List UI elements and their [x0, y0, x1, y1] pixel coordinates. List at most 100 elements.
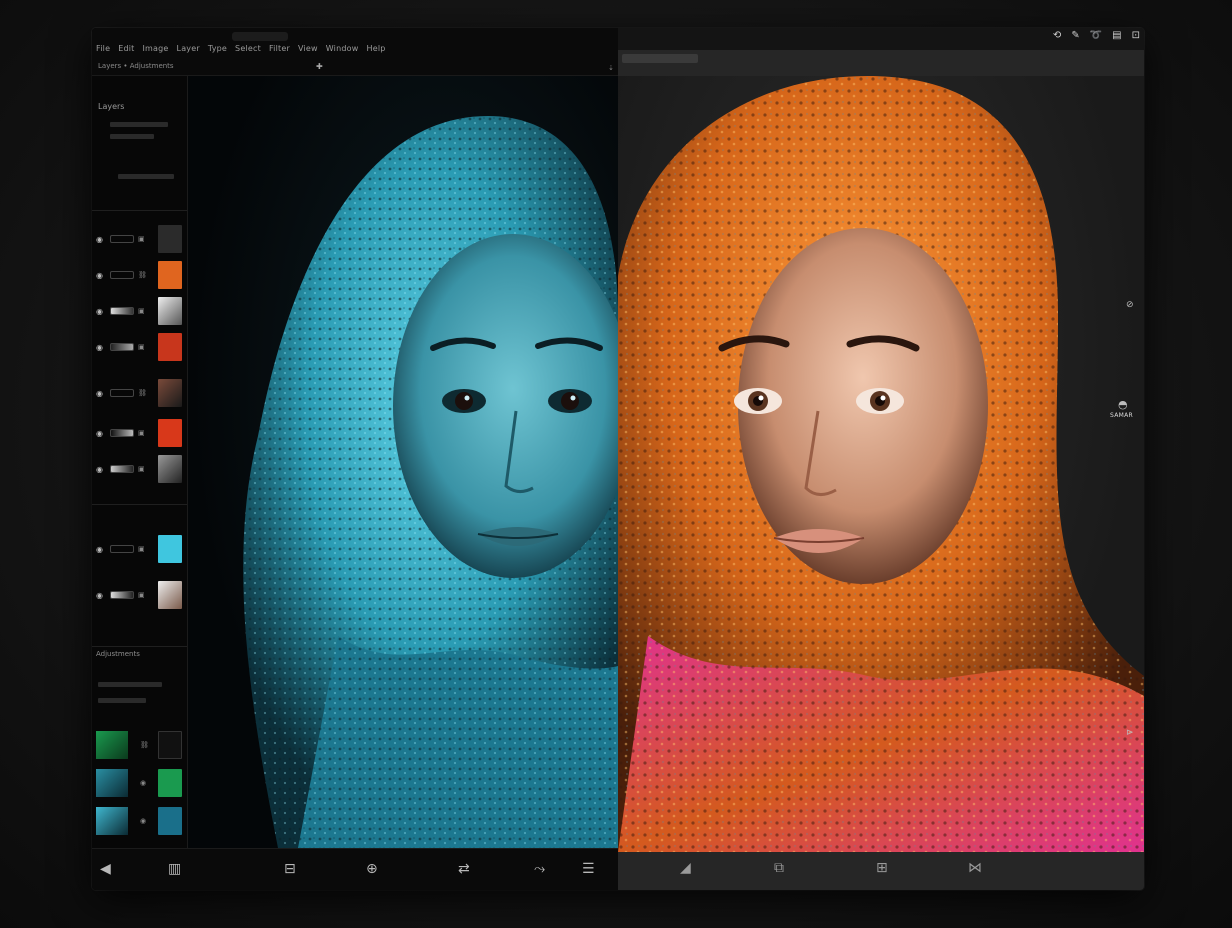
layer-row[interactable]: ◉ ▣	[92, 330, 187, 364]
ruler-icon[interactable]: ◢	[680, 860, 691, 876]
link-icon[interactable]: ⛓	[138, 271, 147, 279]
layers-panel-title: Layers	[98, 102, 125, 111]
layer-thumbnail	[158, 769, 182, 797]
menu-image[interactable]: Image	[142, 44, 168, 53]
lock-icon[interactable]: ▣	[138, 591, 145, 599]
layers-panel: Layers ◉ ▣ ◉ ⛓ ◉ ▣ ◉ ▣ ◉ ⛓ ◉ ▣ ◉ ▣ ◉ ▣ ◉…	[92, 76, 188, 848]
menu-view[interactable]: View	[298, 44, 318, 53]
layer-thumbnail	[158, 261, 182, 289]
grid-icon[interactable]: ▥	[168, 861, 181, 877]
layer-thumbnail	[158, 455, 182, 483]
top-icons: ⟲ ✎ ➰ ▤ ⊡	[1053, 30, 1140, 41]
eye-icon[interactable]: ◉	[96, 271, 106, 280]
menu-layer[interactable]: Layer	[177, 44, 200, 53]
layer-thumbnail	[158, 731, 182, 759]
link-icon[interactable]: ⤳	[534, 861, 545, 877]
compare-icon[interactable]: ⇄	[458, 861, 470, 877]
layer-row[interactable]: ◉ ▣	[92, 452, 187, 486]
plus-icon[interactable]: ✚	[316, 62, 323, 71]
link-icon[interactable]: ⛓	[140, 741, 149, 749]
crop-icon[interactable]: ⧉	[774, 860, 784, 876]
zoom-icon[interactable]: ⊕	[366, 861, 378, 877]
eye-icon[interactable]: ◉	[96, 307, 106, 316]
opacity-field[interactable]	[110, 134, 154, 139]
eye-icon[interactable]: ◉	[96, 343, 106, 352]
layer-row[interactable]: ◉ ▣	[92, 416, 187, 450]
right-pane: ⟲ ✎ ➰ ▤ ⊡ ⊘ ◓ SAMAR ⊳ ◢ ⧉ ⊞ ⋈	[618, 28, 1144, 890]
menu-file[interactable]: File	[96, 44, 110, 53]
layer-row[interactable]: ⛓	[92, 728, 187, 762]
eye-icon[interactable]: ◉	[96, 465, 106, 474]
left-canvas[interactable]	[188, 76, 618, 848]
mask-icon	[110, 545, 134, 553]
layer-row[interactable]: ◉ ▣	[92, 222, 187, 256]
layer-thumbnail	[158, 581, 182, 609]
lock-icon[interactable]: ▣	[138, 545, 145, 553]
back-icon[interactable]: ◀	[100, 861, 111, 877]
eye-icon[interactable]: ◉	[96, 545, 106, 554]
eye-icon[interactable]: ◉	[96, 429, 106, 438]
menu-filter[interactable]: Filter	[269, 44, 290, 53]
panel-divider	[92, 504, 187, 505]
menu-select[interactable]: Select	[235, 44, 261, 53]
adjustments-label: Adjustments	[96, 650, 140, 658]
mask-icon	[110, 235, 134, 243]
history-icon[interactable]: ⟲	[1053, 30, 1061, 41]
layer-row[interactable]: ◉ ⛓	[92, 376, 187, 410]
layer-row[interactable]: ◉ ▣	[92, 532, 187, 566]
layer-thumbnail	[158, 225, 182, 253]
layer-row[interactable]: ◉ ⛓	[92, 258, 187, 292]
expand-icon[interactable]: ⊳	[1126, 728, 1134, 738]
eye-icon[interactable]: ◉	[96, 235, 106, 244]
adjustment-slider[interactable]	[98, 698, 146, 703]
menu-window[interactable]: Window	[326, 44, 359, 53]
eye-icon[interactable]: ◉	[96, 591, 106, 600]
share-icon[interactable]: ➰	[1090, 30, 1102, 41]
lock-icon[interactable]: ▣	[138, 465, 145, 473]
color-portrait-image	[618, 76, 1144, 852]
layer-row[interactable]: ◉ ▣	[92, 294, 187, 328]
frame-icon[interactable]: ⊟	[284, 861, 296, 877]
blend-mode-select[interactable]	[110, 122, 168, 127]
export-icon[interactable]: ⊡	[1132, 30, 1140, 41]
menu-help[interactable]: Help	[367, 44, 386, 53]
right-canvas[interactable]: ⊘ ◓ SAMAR ⊳	[618, 76, 1144, 852]
mask-icon	[110, 307, 134, 315]
right-toolbar: ⟲ ✎ ➰ ▤ ⊡	[618, 28, 1144, 76]
fill-field[interactable]	[118, 174, 174, 179]
layer-thumbnail	[96, 807, 128, 835]
lock-icon[interactable]: ▣	[138, 429, 145, 437]
lock-icon[interactable]: ▣	[138, 307, 145, 315]
adjustment-slider[interactable]	[98, 682, 162, 687]
eye-icon[interactable]: ◉	[140, 817, 146, 825]
eye-icon[interactable]: ◉	[140, 779, 146, 787]
panel-icon[interactable]: ▤	[1112, 30, 1121, 41]
lock-icon[interactable]: ▣	[138, 235, 145, 243]
list-icon[interactable]: ☰	[582, 861, 595, 877]
adjust-icon[interactable]: ⊘	[1126, 300, 1134, 310]
mask-icon	[110, 389, 134, 397]
mask-icon	[110, 591, 134, 599]
search-field[interactable]	[232, 32, 288, 41]
left-bottom-toolbar: ◀ ▥ ⊟ ⊕ ⇄ ⤳ ☰	[92, 848, 618, 890]
split-icon[interactable]: ⋈	[968, 860, 982, 876]
mask-icon	[110, 429, 134, 437]
layer-thumbnail	[96, 731, 128, 759]
document-tabs	[618, 50, 1144, 76]
layer-row[interactable]: ◉	[92, 766, 187, 800]
brush-icon[interactable]: ✎	[1071, 30, 1079, 41]
layer-row[interactable]: ◉	[92, 804, 187, 838]
eye-icon[interactable]: ◉	[96, 389, 106, 398]
pin-icon[interactable]: ⇣	[608, 64, 614, 72]
layer-thumbnail	[158, 333, 182, 361]
document-tab[interactable]	[622, 54, 698, 63]
layout-icon[interactable]: ⊞	[876, 860, 888, 876]
layer-thumbnail	[158, 535, 182, 563]
right-bottom-toolbar: ◢ ⧉ ⊞ ⋈	[618, 852, 1144, 890]
status-text: Layers • Adjustments	[98, 62, 174, 70]
menu-edit[interactable]: Edit	[118, 44, 134, 53]
layer-row[interactable]: ◉ ▣	[92, 578, 187, 612]
lock-icon[interactable]: ▣	[138, 343, 145, 351]
link-icon[interactable]: ⛓	[138, 389, 147, 397]
menu-type[interactable]: Type	[208, 44, 227, 53]
